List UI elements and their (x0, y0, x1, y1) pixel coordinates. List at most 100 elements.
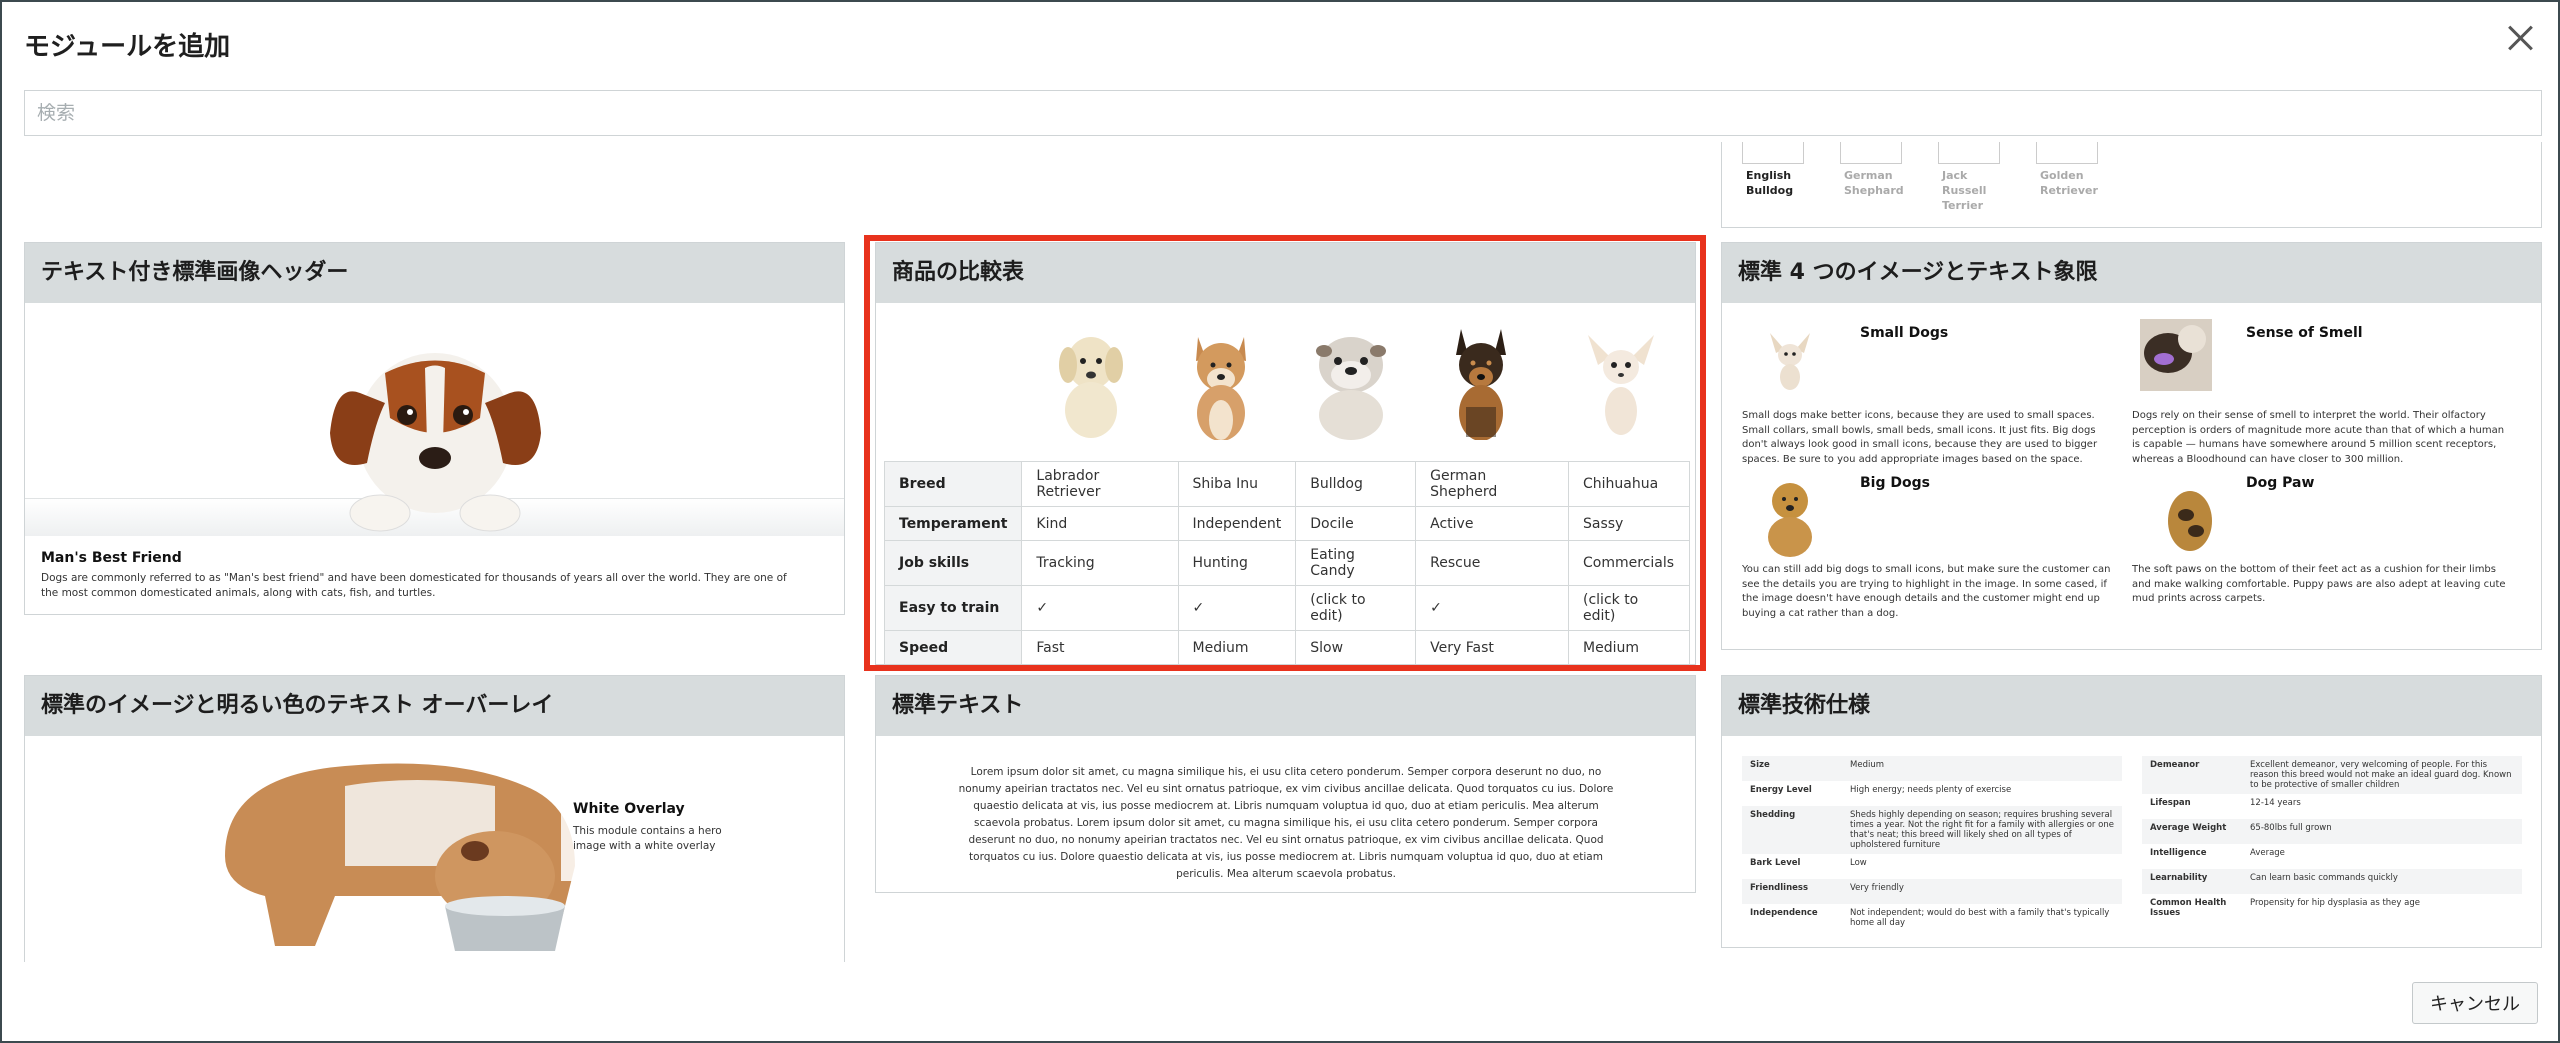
spec-key: Common Health Issues (2150, 898, 2227, 918)
partial-label: Jack Russell Terrier (1942, 169, 1987, 212)
table-cell: Bulldog (1295, 461, 1417, 507)
spec-row: Friendliness Very friendly (1742, 879, 2122, 904)
quadrant-heading: Dog Paw (2246, 475, 2315, 491)
spec-key: Energy Level (1750, 785, 1812, 795)
table-row: Job skills Tracking Hunting Eating Candy Res… (883, 540, 1690, 586)
table-cell: (click to edit) (1295, 585, 1417, 631)
spec-value: Average (2250, 848, 2285, 858)
spec-key: Independence (1750, 908, 1818, 918)
spec-value: Low (1850, 858, 1867, 868)
cancel-button[interactable]: キャンセル (2412, 982, 2538, 1024)
puppy-image (330, 353, 541, 532)
overlay-title: White Overlay (573, 801, 685, 817)
spec-key: Shedding (1742, 806, 1842, 854)
table-cell: Eating Candy (1295, 540, 1417, 586)
thumbnail (1840, 142, 1902, 164)
spec-value: Can learn basic commands quickly (2242, 869, 2522, 894)
spec-key: Average Weight (2142, 819, 2242, 844)
partial-label: English Bulldog (1746, 169, 1794, 197)
table-cell: Tracking (1021, 540, 1179, 586)
module-card-standard-text[interactable]: 標準テキスト Lorem ipsum dolor sit amet, cu ma… (875, 675, 1696, 893)
module-card-partial[interactable]: English Bulldog German Shephard Jack Rus… (1721, 142, 2542, 228)
card-title: テキスト付き標準画像ヘッダー (25, 243, 844, 303)
quadrant-text: You can still add big dogs to small icon… (1742, 564, 2111, 619)
spec-value: Propensity for hip dysplasia as they age (2250, 898, 2420, 908)
card-title: 商品の比較表 (876, 243, 1695, 303)
table-row: Easy to train ✓ ✓ (click to edit) ✓ (click to… (883, 585, 1690, 631)
row-header: Temperament (883, 506, 1023, 541)
table-cell: Fast (1021, 630, 1179, 664)
thumbnail (1742, 142, 1804, 164)
spec-row: Energy Level High energy; needs plenty of… (1742, 781, 2122, 806)
module-card-header-image[interactable]: テキスト付き標準画像ヘッダー Man's Best Friend Dogs ar… (24, 242, 845, 615)
card-title: 標準のイメージと明るい色のテキスト オーバーレイ (25, 676, 844, 736)
lorem-text: Lorem ipsum dolor sit amet, cu magna sim… (958, 766, 1614, 880)
chihuahua-image (1588, 335, 1654, 435)
table-cell: ✓ (1021, 585, 1179, 631)
table-cell: Kind (1021, 506, 1179, 541)
spec-row: Bark Level Low (1742, 854, 2122, 879)
table-cell: Labrador Retriever (1021, 461, 1179, 507)
table-cell: Commercials (1568, 540, 1690, 586)
module-card-comparison[interactable]: 商品の比較表 Breed Labrador Retriever Shiba In… (875, 242, 1696, 665)
spec-value: Medium (1842, 756, 2122, 781)
spec-row: Independence Not independent; would do be… (1742, 904, 2122, 932)
small-dog-image (1754, 319, 1826, 391)
comparison-table: Breed Labrador Retriever Shiba Inu Bulldog G… (883, 461, 1690, 664)
card-title: 標準テキスト (876, 676, 1695, 736)
row-header: Easy to train (883, 585, 1023, 631)
spec-value: Sheds highly depending on season; requir… (1842, 806, 2122, 854)
spec-row: Average Weight 65-80lbs full grown (2142, 819, 2522, 844)
german-shepherd-image (1456, 329, 1506, 440)
spec-value: Not independent; would do best with a fa… (1850, 908, 2110, 928)
table-cell: Sassy (1568, 506, 1690, 541)
spec-row: Lifespan 12-14 years (2142, 794, 2522, 819)
spec-table-right: Demeanor Excellent demeanor, very welcomi… (2142, 756, 2522, 922)
spec-table-left: Size Medium Energy Level High energy; needs… (1742, 756, 2122, 932)
search-input[interactable] (24, 90, 2542, 136)
table-cell: Docile (1295, 506, 1417, 541)
spec-key: Demeanor (2142, 756, 2242, 794)
spec-value: High energy; needs plenty of exercise (1850, 785, 2012, 795)
table-row: Breed Labrador Retriever Shiba Inu Bulldog G… (883, 461, 1690, 507)
table-cell: (click to edit) (1568, 585, 1690, 631)
table-cell: Hunting (1177, 540, 1297, 586)
quadrant-heading: Sense of Smell (2246, 325, 2363, 341)
quadrant-heading: Small Dogs (1860, 325, 1949, 341)
partial-label: Golden Retriever (2040, 169, 2098, 197)
dog-paw-image (2154, 475, 2226, 557)
thumbnail (1938, 142, 2000, 164)
table-cell: Shiba Inu (1177, 461, 1297, 507)
table-cell: German Shepherd (1415, 461, 1569, 507)
quadrant-text: Dogs rely on their sense of smell to int… (2132, 410, 2505, 465)
spec-value: 12-14 years (2250, 798, 2301, 808)
labrador-image (1059, 337, 1123, 438)
spec-row: Size Medium (1742, 756, 2122, 781)
table-cell: Slow (1295, 630, 1417, 664)
spec-value: Very friendly (1842, 879, 2122, 904)
module-card-overlay[interactable]: 標準のイメージと明るい色のテキスト オーバーレイ White Overlay T… (24, 675, 845, 962)
thumbnail (2036, 142, 2098, 164)
nose-image (2140, 319, 2212, 391)
bulldog-image (1316, 337, 1386, 440)
spec-value: Excellent demeanor, very welcoming of pe… (2242, 756, 2522, 794)
table-row: Temperament Kind Independent Docile Active Sa… (883, 506, 1690, 541)
spec-key: Intelligence (2150, 848, 2207, 858)
row-header: Job skills (883, 540, 1023, 586)
close-icon[interactable] (2500, 18, 2540, 58)
table-cell: Rescue (1415, 540, 1569, 586)
table-row: Speed Fast Medium Slow Very Fast Medium (883, 630, 1690, 664)
quadrant-text: The soft paws on the bottom of their fee… (2132, 564, 2506, 604)
module-card-four-images[interactable]: 標準 4 つのイメージとテキスト象限 Small Dogs Small dogs… (1721, 242, 2542, 650)
card-title: 標準技術仕様 (1722, 676, 2541, 736)
add-module-dialog: モジュールを追加 English Bulldog German Shephard… (0, 0, 2560, 1043)
module-card-tech-spec[interactable]: 標準技術仕様 Size Medium Energy Level High energy… (1721, 675, 2542, 948)
spec-key: Size (1742, 756, 1842, 781)
quadrant-heading: Big Dogs (1860, 475, 1930, 491)
card-title: 標準 4 つのイメージとテキスト象限 (1722, 243, 2541, 303)
partial-label: German Shephard (1844, 169, 1904, 197)
table-cell: Medium (1177, 630, 1297, 664)
caption-text: Dogs are commonly referred to as "Man's … (41, 572, 787, 599)
spec-row: Demeanor Excellent demeanor, very welcomi… (2142, 756, 2522, 794)
table-cell: ✓ (1415, 585, 1569, 631)
